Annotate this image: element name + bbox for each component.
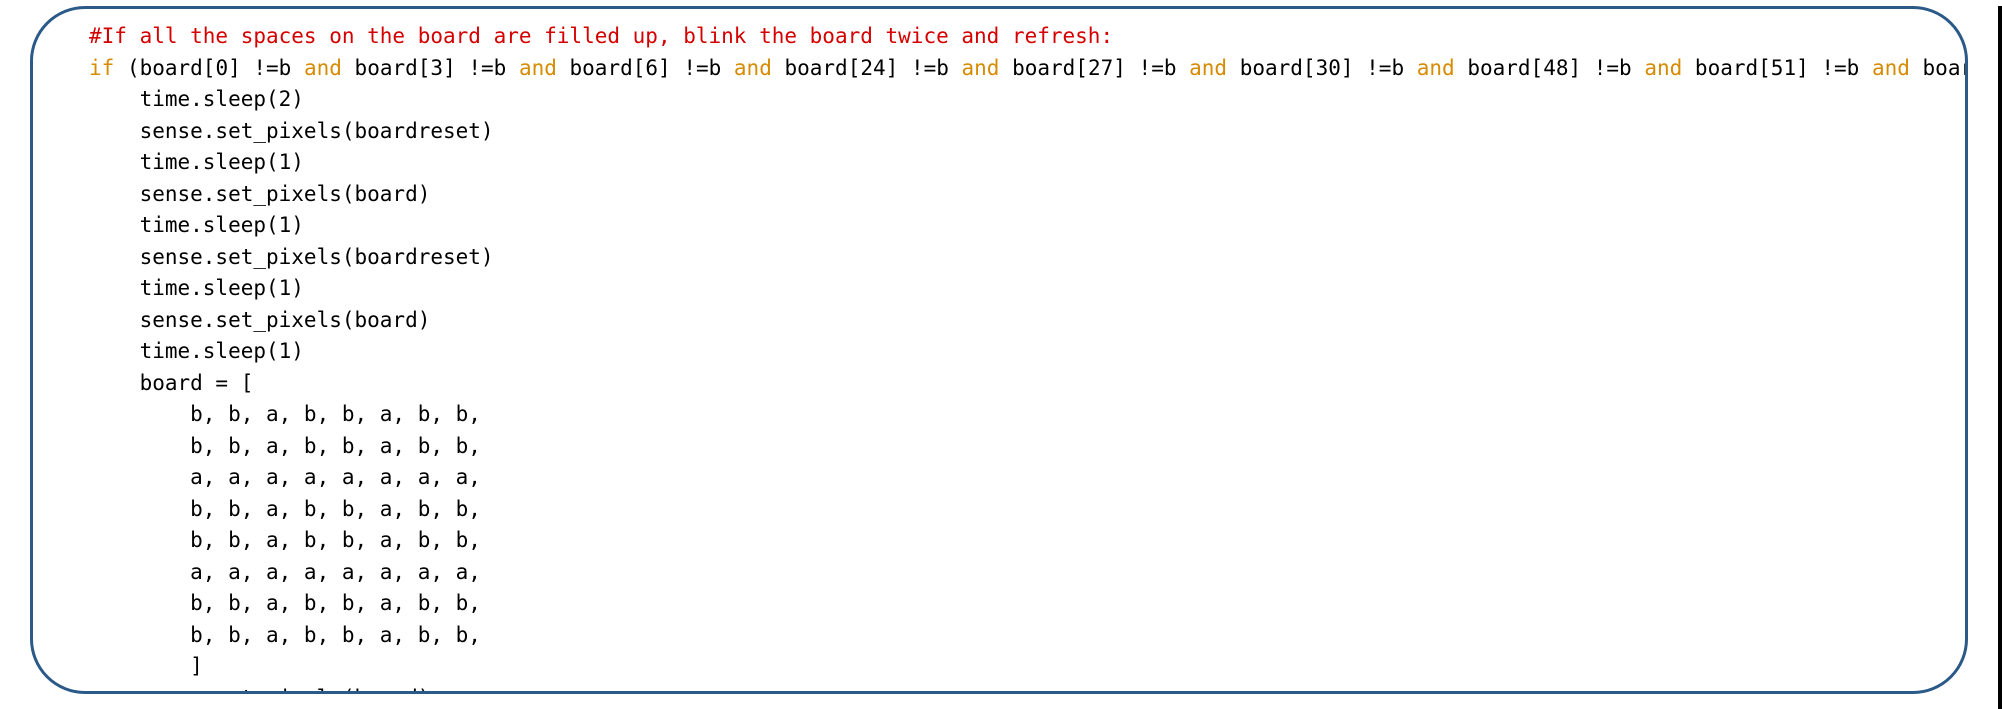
- code-text: board[: [557, 56, 646, 80]
- kw-and: and: [734, 56, 772, 80]
- code-line: sense.set_pixels(board): [89, 686, 430, 695]
- code-index: 24: [860, 56, 885, 80]
- page-container: #If all the spaces on the board are fill…: [0, 6, 2002, 709]
- code-text: ] !=b: [1796, 56, 1872, 80]
- code-line: time.sleep(1): [89, 150, 304, 174]
- code-line: time.sleep(1): [89, 276, 304, 300]
- code-line: a, a, a, a, a, a, a, a,: [89, 560, 481, 584]
- kw-and: and: [1644, 56, 1682, 80]
- code-line: sense.set_pixels(boardreset): [89, 245, 494, 269]
- code-text: ] !=b: [1341, 56, 1417, 80]
- code-line: sense.set_pixels(boardreset): [89, 119, 494, 143]
- code-text: ] !=b: [1568, 56, 1644, 80]
- code-line: b, b, a, b, b, a, b, b,: [89, 591, 481, 615]
- code-line: time.sleep(1): [89, 213, 304, 237]
- code-line: time.sleep(1): [89, 339, 304, 363]
- code-comment: #If all the spaces on the board are fill…: [89, 24, 1113, 48]
- code-line: b, b, a, b, b, a, b, b,: [89, 402, 481, 426]
- code-index: 51: [1771, 56, 1796, 80]
- code-line: a, a, a, a, a, a, a, a,: [89, 465, 481, 489]
- code-text: board[: [342, 56, 431, 80]
- code-frame: #If all the spaces on the board are fill…: [30, 6, 1968, 694]
- kw-and: and: [1872, 56, 1910, 80]
- code-index: 0: [215, 56, 228, 80]
- code-line: b, b, a, b, b, a, b, b,: [89, 528, 481, 552]
- code-text: ] !=b: [886, 56, 962, 80]
- code-line: b, b, a, b, b, a, b, b,: [89, 623, 481, 647]
- kw-and: and: [962, 56, 1000, 80]
- code-text: ] !=b: [443, 56, 519, 80]
- code-text: board[: [999, 56, 1088, 80]
- code-index: 30: [1316, 56, 1341, 80]
- kw-and: and: [1417, 56, 1455, 80]
- code-line: b, b, a, b, b, a, b, b,: [89, 497, 481, 521]
- code-text: board[: [1227, 56, 1316, 80]
- kw-and: and: [304, 56, 342, 80]
- code-index: 6: [645, 56, 658, 80]
- code-text: board[: [1910, 56, 1968, 80]
- kw-and: and: [519, 56, 557, 80]
- code-line: sense.set_pixels(board): [89, 182, 430, 206]
- code-line: board = [: [89, 371, 253, 395]
- code-line: time.sleep(2): [89, 87, 304, 111]
- code-block: #If all the spaces on the board are fill…: [89, 21, 1909, 694]
- code-line: b, b, a, b, b, a, b, b,: [89, 434, 481, 458]
- code-text: (board[: [114, 56, 215, 80]
- code-text: board[: [772, 56, 861, 80]
- code-text: ] !=b: [228, 56, 304, 80]
- code-index: 48: [1543, 56, 1568, 80]
- code-text: board[: [1682, 56, 1771, 80]
- kw-and: and: [1189, 56, 1227, 80]
- code-text: board[: [1455, 56, 1544, 80]
- code-line: ]: [89, 654, 203, 678]
- code-index: 3: [430, 56, 443, 80]
- code-line: sense.set_pixels(board): [89, 308, 430, 332]
- code-index: 27: [1088, 56, 1113, 80]
- kw-if: if: [89, 56, 114, 80]
- code-text: ] !=b: [658, 56, 734, 80]
- code-text: ] !=b: [1113, 56, 1189, 80]
